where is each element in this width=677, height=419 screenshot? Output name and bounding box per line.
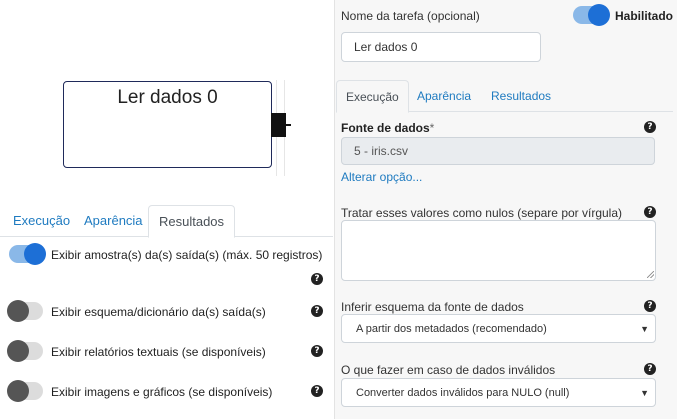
left-tabs: Execução Aparência Resultados: [0, 205, 333, 238]
tab-resultados[interactable]: Resultados: [491, 80, 551, 110]
toggle-knob: [7, 300, 29, 322]
right-tabs: Execução Aparência Resultados: [336, 80, 673, 113]
option-show-images-label: Exibir imagens e gráficos (se disponívei…: [51, 385, 273, 399]
toggle-show-images[interactable]: [7, 380, 43, 402]
option-show-samples-label: Exibir amostra(s) da(s) saída(s) (máx. 5…: [51, 248, 323, 262]
enabled-label: Habilitado: [615, 9, 674, 23]
toggle-knob: [588, 4, 610, 26]
question-circle-icon[interactable]: ?: [311, 385, 323, 397]
option-show-reports-label: Exibir relatórios textuais (se disponíve…: [51, 345, 266, 359]
tab-execucao[interactable]: Execução: [336, 80, 409, 113]
toggle-knob: [24, 243, 46, 265]
left-tab-resultados[interactable]: Resultados: [148, 205, 236, 238]
question-circle-icon[interactable]: ?: [311, 305, 323, 317]
toggle-knob: [7, 340, 29, 362]
enabled-toggle[interactable]: [573, 4, 610, 26]
left-tab-execucao[interactable]: Execução: [13, 205, 70, 235]
toggle-show-samples[interactable]: [9, 243, 46, 265]
question-circle-icon[interactable]: ?: [644, 121, 656, 133]
task-name-input[interactable]: Ler dados 0: [341, 32, 541, 62]
null-values-textarea[interactable]: [341, 220, 656, 281]
question-circle-icon[interactable]: ?: [311, 273, 323, 285]
data-source-label: Fonte de dados*: [341, 121, 435, 135]
invalid-data-label: O que fazer em caso de dados inválidos: [341, 363, 556, 377]
question-circle-icon[interactable]: ?: [644, 300, 656, 312]
infer-schema-selected: A partir dos metadados (recomendado): [356, 323, 547, 335]
infer-schema-label: Inferir esquema da fonte de dados: [341, 300, 524, 314]
textarea-resize-handle[interactable]: [647, 271, 654, 278]
left-tab-aparencia[interactable]: Aparência: [84, 205, 143, 235]
tab-aparencia[interactable]: Aparência: [417, 80, 471, 110]
task-node-title: Ler dados 0: [117, 87, 218, 108]
output-port[interactable]: [271, 113, 286, 137]
question-circle-icon[interactable]: ?: [311, 345, 323, 357]
workflow-canvas[interactable]: Ler dados 0: [0, 0, 333, 200]
data-source-field: 5 - iris.csv: [341, 137, 655, 165]
invalid-data-selected: Converter dados inválidos para NULO (nul…: [356, 387, 570, 399]
question-circle-icon[interactable]: ?: [644, 363, 656, 375]
task-node[interactable]: Ler dados 0: [63, 81, 272, 168]
null-values-label: Tratar esses valores como nulos (separe …: [341, 206, 623, 220]
toggle-knob: [7, 380, 29, 402]
invalid-data-select[interactable]: Converter dados inválidos para NULO (nul…: [341, 378, 656, 407]
caret-down-icon: ▼: [640, 388, 649, 398]
option-show-schema-label: Exibir esquema/dicionário da(s) saída(s): [51, 305, 266, 319]
infer-schema-select[interactable]: A partir dos metadados (recomendado) ▼: [341, 314, 656, 343]
question-circle-icon[interactable]: ?: [644, 206, 656, 218]
toggle-show-schema[interactable]: [7, 300, 43, 322]
output-port-connector: [286, 124, 291, 126]
change-option-link[interactable]: Alterar opção...: [341, 170, 422, 184]
task-name-label: Nome da tarefa (opcional): [341, 9, 480, 23]
caret-down-icon: ▼: [640, 324, 649, 334]
toggle-show-reports[interactable]: [7, 340, 43, 362]
